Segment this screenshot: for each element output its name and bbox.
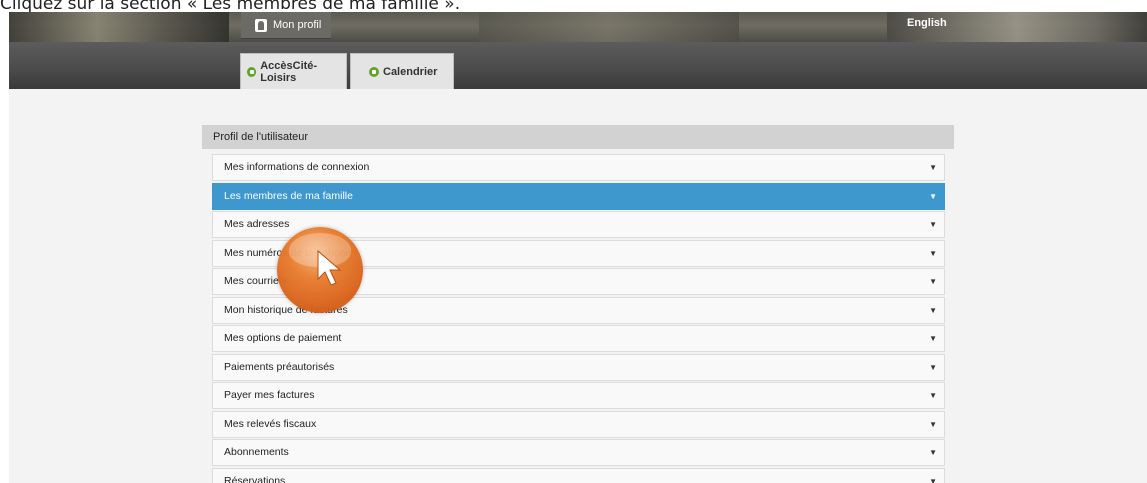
tab-label: Calendrier	[383, 65, 438, 78]
header-banner: Mon profil English	[9, 12, 1147, 42]
chevron-down-icon: ▼	[929, 476, 937, 483]
chevron-down-icon: ▼	[929, 191, 937, 201]
my-profile-button[interactable]: Mon profil	[241, 12, 331, 39]
user-icon	[255, 18, 267, 32]
banner-image-middle	[479, 12, 739, 42]
banner-image-left	[9, 12, 229, 42]
chevron-down-icon: ▼	[929, 277, 937, 286]
browser-viewport: Mon profil English AccèsCité-Loisirs Cal…	[9, 12, 1147, 483]
section-preauthorized-payments[interactable]: Paiements préautorisés ▼	[212, 353, 945, 381]
section-label: Les membres de ma famille	[224, 189, 353, 202]
chevron-down-icon: ▼	[929, 362, 937, 372]
my-profile-label: Mon profil	[273, 19, 322, 31]
section-label: Mes relevés fiscaux	[224, 417, 317, 430]
section-login-info[interactable]: Mes informations de connexion ▼	[212, 154, 945, 181]
section-family-members[interactable]: Les membres de ma famille ▼	[212, 182, 945, 210]
section-subscriptions[interactable]: Abonnements ▼	[212, 439, 945, 466]
chevron-down-icon: ▼	[929, 419, 937, 429]
chevron-down-icon: ▼	[929, 391, 937, 400]
app-icon	[247, 66, 257, 77]
section-payment-options[interactable]: Mes options de paiement ▼	[212, 325, 945, 352]
main-navbar: AccèsCité-Loisirs Calendrier	[9, 42, 1147, 89]
tab-accescite-loisirs[interactable]: AccèsCité-Loisirs	[240, 53, 347, 89]
panel-title: Profil de l'utilisateur	[202, 125, 954, 149]
section-label: Réservations	[224, 474, 286, 483]
section-label: Paiements préautorisés	[224, 360, 335, 373]
chevron-down-icon: ▼	[929, 448, 937, 457]
language-link[interactable]: English	[907, 17, 947, 29]
section-label: Mes adresses	[224, 218, 290, 230]
section-label: Mes informations de connexion	[224, 161, 370, 173]
section-label: Payer mes factures	[224, 389, 315, 401]
section-label: Mes options de paiement	[224, 332, 342, 344]
chevron-down-icon: ▼	[929, 248, 937, 258]
chevron-down-icon: ▼	[929, 220, 937, 229]
profile-sections-list: Mes informations de connexion ▼ Les membr…	[212, 154, 945, 483]
app-icon	[369, 66, 379, 77]
chevron-down-icon: ▼	[929, 163, 937, 172]
chevron-down-icon: ▼	[929, 305, 937, 315]
tab-label: AccèsCité-Loisirs	[260, 59, 318, 84]
page-content: Profil de l'utilisateur Mes informations…	[9, 89, 1147, 483]
section-pay-invoices[interactable]: Payer mes factures ▼	[212, 382, 945, 409]
section-label: Abonnements	[224, 446, 289, 458]
section-reservations[interactable]: Réservations ▼	[212, 467, 945, 483]
tab-calendrier[interactable]: Calendrier	[350, 53, 454, 89]
chevron-down-icon: ▼	[929, 334, 937, 343]
section-tax-receipts[interactable]: Mes relevés fiscaux ▼	[212, 410, 945, 438]
mouse-pointer-icon	[317, 249, 342, 286]
